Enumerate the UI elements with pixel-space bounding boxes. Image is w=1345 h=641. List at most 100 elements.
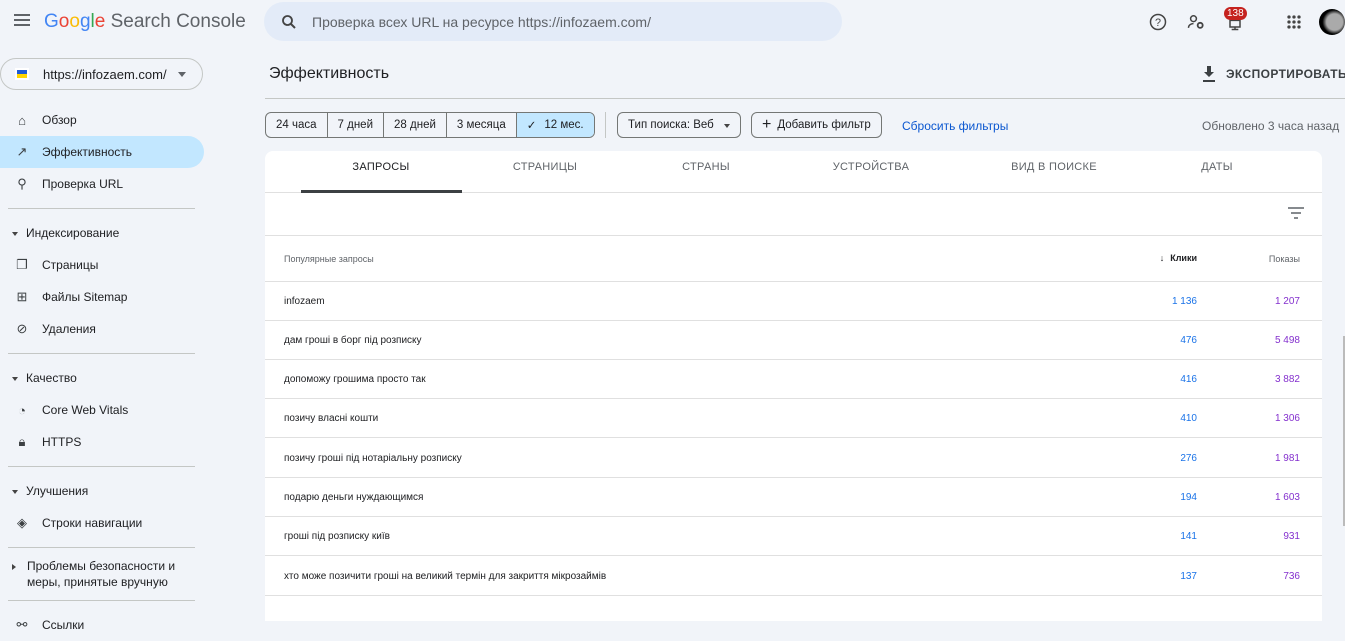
table-row[interactable]: позичу гроші під нотаріальну розписку 276… bbox=[265, 439, 1322, 478]
divider bbox=[605, 112, 606, 138]
table-row[interactable]: дам гроші в борг під розписку 476 5 498 bbox=[265, 321, 1322, 360]
check-icon: ✓ bbox=[526, 120, 537, 132]
table-row[interactable]: гроші під розписку київ 141 931 bbox=[265, 517, 1322, 556]
section-enhancements[interactable]: Улучшения bbox=[0, 475, 204, 507]
tab-search-appearance[interactable]: ВИД В ПОИСКЕ bbox=[974, 161, 1134, 173]
clicks-cell: 476 bbox=[1180, 335, 1197, 346]
updated-status: Обновлено 3 часа назад bbox=[1202, 119, 1340, 133]
sidebar-item-url-inspection[interactable]: ⚲ Проверка URL bbox=[0, 168, 204, 200]
reset-filters-link[interactable]: Сбросить фильтры bbox=[902, 119, 1008, 133]
tab-devices[interactable]: УСТРОЙСТВА bbox=[791, 161, 951, 173]
date-range-selector: 24 часа 7 дней 28 дней 3 месяца ✓ 12 мес. bbox=[265, 112, 595, 138]
logo[interactable]: Google Search Console bbox=[44, 11, 246, 33]
trending-icon: ↗ bbox=[16, 144, 28, 159]
export-button[interactable]: ЭКСПОРТИРОВАТЬ bbox=[1202, 66, 1345, 82]
avatar[interactable] bbox=[1319, 9, 1345, 35]
speed-icon: ◔ bbox=[18, 402, 26, 418]
sitemap-icon: ⊞ bbox=[16, 289, 28, 304]
arrow-down-icon: ↓ bbox=[1159, 253, 1165, 263]
divider bbox=[8, 466, 195, 467]
report-tabs: ЗАПРОСЫ СТРАНИЦЫ СТРАНЫ УСТРОЙСТВА ВИД В… bbox=[265, 151, 1322, 193]
header-clicks[interactable]: ↓ Клики bbox=[1160, 253, 1197, 263]
caret-right-icon bbox=[12, 564, 19, 570]
section-security[interactable]: Проблемы безопасности и меры, принятые в… bbox=[0, 556, 204, 596]
tab-queries[interactable]: ЗАПРОСЫ bbox=[301, 161, 461, 173]
table-row[interactable]: хто може позичити гроші на великий термі… bbox=[265, 557, 1322, 596]
sidebar-item-sitemaps[interactable]: ⊞ Файлы Sitemap bbox=[0, 281, 204, 313]
impressions-cell: 736 bbox=[1283, 571, 1300, 582]
svg-text:?: ? bbox=[1155, 17, 1161, 29]
plus-icon: + bbox=[762, 116, 772, 133]
caret-down-icon bbox=[12, 231, 18, 239]
sidebar-item-links[interactable]: ⚯ Ссылки bbox=[0, 609, 204, 641]
flag-icon bbox=[15, 68, 29, 80]
add-filter-button[interactable]: + Добавить фильтр bbox=[751, 112, 882, 138]
date-12m[interactable]: ✓ 12 мес. bbox=[516, 113, 594, 137]
header-query[interactable]: Популярные запросы bbox=[284, 254, 374, 264]
sidebar-item-removals[interactable]: ⊘ Удаления bbox=[0, 313, 204, 345]
sidebar-item-overview[interactable]: ⌂ Обзор bbox=[0, 104, 204, 136]
table-row[interactable]: подарю деньги нуждающимся 194 1 603 bbox=[265, 478, 1322, 517]
query-cell: дам гроші в борг під розписку bbox=[284, 335, 422, 346]
impressions-cell: 931 bbox=[1283, 531, 1300, 542]
user-settings-icon[interactable] bbox=[1186, 12, 1206, 32]
date-24h[interactable]: 24 часа bbox=[266, 113, 328, 137]
date-7d[interactable]: 7 дней bbox=[328, 113, 385, 137]
top-bar: Google Search Console Проверка всех URL … bbox=[0, 0, 1345, 46]
tab-dates[interactable]: ДАТЫ bbox=[1137, 161, 1297, 173]
query-cell: infozaem bbox=[284, 296, 325, 307]
impressions-cell: 3 882 bbox=[1274, 374, 1300, 385]
report-card: ЗАПРОСЫ СТРАНИЦЫ СТРАНЫ УСТРОЙСТВА ВИД В… bbox=[265, 151, 1322, 621]
property-selector[interactable]: https://infozaem.com/ bbox=[0, 58, 203, 90]
tab-countries[interactable]: СТРАНЫ bbox=[626, 161, 786, 173]
impressions-cell: 1 207 bbox=[1274, 296, 1300, 307]
visibility-off-icon: ⊘ bbox=[16, 321, 28, 336]
clicks-cell: 416 bbox=[1180, 374, 1197, 385]
impressions-cell: 1 603 bbox=[1274, 492, 1300, 503]
divider bbox=[8, 208, 195, 209]
sidebar-item-https[interactable]: 🔒︎ HTTPS bbox=[0, 426, 204, 458]
menu-icon[interactable] bbox=[14, 14, 30, 26]
header-impressions[interactable]: Показы bbox=[1269, 254, 1300, 264]
download-icon bbox=[1203, 66, 1215, 82]
table-row[interactable]: infozaem 1 136 1 207 bbox=[265, 282, 1322, 321]
clicks-cell: 137 bbox=[1180, 571, 1197, 582]
table-row[interactable]: допоможу грошима просто так 416 3 882 bbox=[265, 360, 1322, 399]
layers-icon: ◈ bbox=[17, 515, 27, 530]
search-input[interactable]: Проверка всех URL на ресурсе https://inf… bbox=[264, 2, 842, 41]
impressions-cell: 1 981 bbox=[1274, 453, 1300, 464]
sidebar-item-performance[interactable]: ↗ Эффективность bbox=[0, 136, 204, 168]
date-28d[interactable]: 28 дней bbox=[384, 113, 447, 137]
date-3m[interactable]: 3 месяца bbox=[447, 113, 517, 137]
caret-down-icon bbox=[12, 489, 18, 497]
sidebar-item-core-web-vitals[interactable]: ◔ Core Web Vitals bbox=[0, 394, 204, 426]
clicks-cell: 276 bbox=[1180, 453, 1197, 464]
active-tab-indicator bbox=[301, 190, 462, 193]
divider bbox=[265, 98, 1345, 99]
filter-list-icon[interactable] bbox=[1288, 207, 1304, 219]
pages-icon: ❐ bbox=[16, 257, 28, 272]
sidebar-item-breadcrumbs[interactable]: ◈ Строки навигации bbox=[0, 507, 204, 539]
query-cell: позичу гроші під нотаріальну розписку bbox=[284, 453, 462, 464]
section-indexing[interactable]: Индексирование bbox=[0, 217, 204, 249]
clicks-cell: 1 136 bbox=[1171, 296, 1197, 307]
apps-icon[interactable] bbox=[1284, 12, 1304, 32]
search-icon: ⚲ bbox=[17, 176, 27, 191]
search-type-filter[interactable]: Тип поиска: Веб bbox=[617, 112, 741, 138]
notification-badge: 138 bbox=[1224, 7, 1247, 20]
clicks-cell: 141 bbox=[1180, 531, 1197, 542]
tab-pages[interactable]: СТРАНИЦЫ bbox=[465, 161, 625, 173]
caret-down-icon bbox=[12, 376, 18, 384]
links-icon: ⚯ bbox=[16, 617, 28, 632]
query-cell: допоможу грошима просто так bbox=[284, 374, 426, 385]
sidebar-item-pages[interactable]: ❐ Страницы bbox=[0, 249, 204, 281]
table-header: Популярные запросы ↓ Клики Показы bbox=[265, 235, 1322, 282]
home-icon: ⌂ bbox=[18, 112, 26, 128]
table-row[interactable]: позичу власні кошти 410 1 306 bbox=[265, 399, 1322, 438]
lock-icon: 🔒︎ bbox=[18, 434, 26, 449]
impressions-cell: 5 498 bbox=[1274, 335, 1300, 346]
help-icon[interactable]: ? bbox=[1148, 12, 1168, 32]
clicks-cell: 194 bbox=[1180, 492, 1197, 503]
clicks-cell: 410 bbox=[1180, 413, 1197, 424]
section-quality[interactable]: Качество bbox=[0, 362, 204, 394]
